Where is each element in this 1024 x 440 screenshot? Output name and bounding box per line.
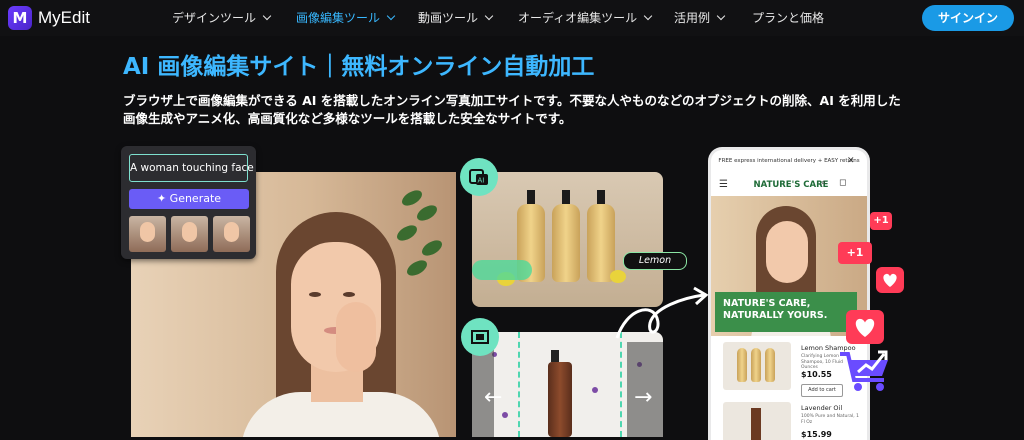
nav-item-label: 画像編集ツール [296,11,381,25]
nav-item-label: オーディオ編集ツール [518,11,638,25]
myedit-logo-icon[interactable]: M [8,6,32,30]
heart-icon [846,310,884,344]
plant-leaf [394,222,420,244]
crop-guide [518,332,520,437]
generated-thumbnail[interactable] [171,216,208,252]
chevron-down-icon [716,11,726,21]
close-icon[interactable]: ✕ [847,156,855,166]
nav-item-use-cases[interactable]: 活用例 [674,9,726,27]
page-description: ブラウザ上で画像編集ができる AI を搭載したオンライン写真加工サイトです。不要… [123,93,901,126]
nav-item-label: デザインツール [172,11,257,25]
lemon-tag: Lemon [623,252,687,270]
ai-generate-badge-icon: AI [460,158,498,196]
plant-leaf [404,257,430,279]
phone-product-name: Lavender Oil [801,404,843,412]
signin-button[interactable]: サインイン [922,5,1014,31]
svg-text:AI: AI [478,177,485,185]
nav-item-label: プランと価格 [752,11,825,25]
phone-product-price: $15.99 [801,430,832,439]
nav-item-label: 活用例 [674,11,711,25]
bag-icon[interactable]: ◻ [839,178,846,188]
curved-arrow-icon [615,286,709,339]
nav-item-pricing[interactable]: プランと価格 [752,9,824,27]
search-icon[interactable]: ⌕ [821,178,826,188]
shampoo-bottle [552,204,580,282]
phone-promo-bar: FREE express international delivery + EA… [718,158,860,164]
nav-item-image-tools[interactable]: 画像編集ツール [296,9,396,27]
plus-one-badge: +1 [838,242,872,264]
generate-button[interactable]: ✦ Generate [129,189,249,209]
crop-guide [620,332,622,437]
oil-bottle [548,362,572,437]
expand-badge-icon [461,318,499,356]
phone-product-image[interactable] [723,342,791,390]
nav-item-design-tools[interactable]: デザインツール [172,9,272,27]
magic-wand-icon: ✦ [156,192,170,205]
chevron-down-icon [386,11,396,21]
page-title: AI 画像編集サイト｜無料オンライン自動加工 [123,54,595,80]
plus-one-badge: +1 [870,212,892,230]
shampoo-bottle [587,204,615,282]
nav-item-label: 動画ツール [418,11,479,25]
top-nav [0,0,1024,36]
menu-icon[interactable]: ☰ [719,179,728,190]
plant-leaf [414,202,440,224]
lemon [610,270,626,283]
portrait-eye [309,292,321,297]
chevron-down-icon [484,11,494,21]
trending-cart-icon [840,350,888,391]
logo-text[interactable]: MyEdit [38,6,90,30]
ai-generate-card: A woman touching face ✦ Generate [121,146,256,259]
portrait-eye [343,292,355,297]
portrait-hand [336,302,376,372]
chevron-down-icon [643,11,653,21]
chevron-down-icon [262,11,272,21]
plant-leaf [419,237,445,259]
phone-mockup: FREE express international delivery + EA… [708,147,870,440]
nav-item-audio-tools[interactable]: オーディオ編集ツール [518,9,653,27]
phone-product-price: $10.55 [801,370,832,379]
arrow-right-icon[interactable]: → [634,385,652,410]
phone-hero-banner: NATURE'S CARE, NATURALLY YOURS. [715,292,857,332]
prompt-input[interactable]: A woman touching face [129,154,254,182]
generated-thumbnail[interactable] [213,216,250,252]
phone-product-image[interactable] [723,402,791,440]
phone-product-desc: 100% Pure and Natural, 1 Fl Oz [801,414,859,425]
generate-label: Generate [169,192,222,205]
plant-leaf [399,187,425,209]
heart-icon [876,267,904,293]
generated-thumbnail[interactable] [129,216,166,252]
add-to-cart-button[interactable]: Add to cart [801,384,843,397]
nav-item-video-tools[interactable]: 動画ツール [418,9,494,27]
arrow-left-icon[interactable]: ← [484,385,502,410]
